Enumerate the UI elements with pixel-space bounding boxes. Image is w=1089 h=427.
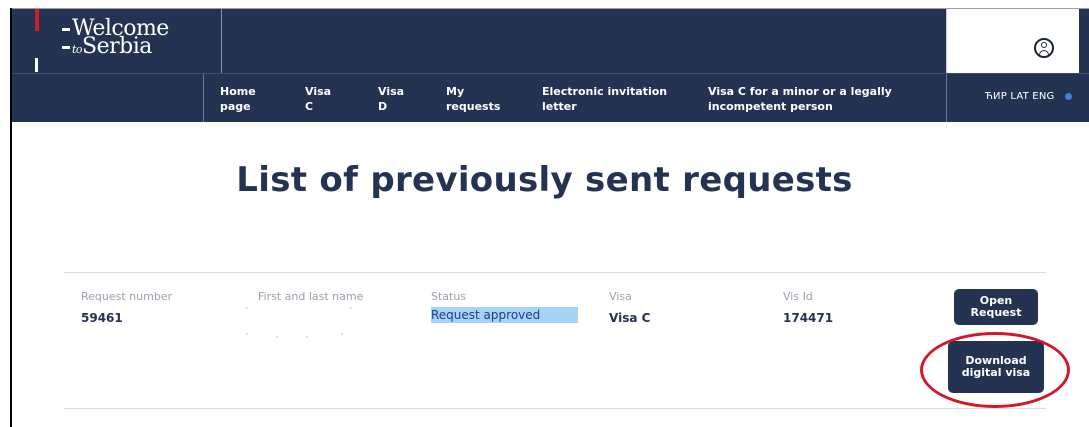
logo-word-serbia: Serbia [82, 34, 152, 59]
language-switcher[interactable]: ЋИР LAT ENG [985, 91, 1054, 102]
nav-item-electronic-invitation-letter[interactable]: Electronic invitation letter [542, 84, 667, 114]
nav-separator [946, 74, 947, 122]
nav-item-label: Visa C for a minor or a legally [708, 85, 892, 98]
open-request-button[interactable]: Open Request [954, 289, 1038, 325]
page-title: List of previously sent requests [236, 160, 853, 200]
nav-item-label: page [220, 100, 251, 113]
nav-item-label: Electronic invitation [542, 85, 668, 98]
brand-red-mark [35, 9, 39, 31]
user-menu-box [946, 9, 1079, 73]
column-header-visa: Visa [609, 290, 632, 303]
nav-item-label: C [305, 100, 314, 113]
redacted-name [246, 305, 353, 340]
status-badge: Request approved [431, 307, 578, 323]
vis-id-value: 174471 [783, 311, 834, 325]
nav-separator [203, 74, 204, 122]
table-divider [64, 408, 1046, 409]
request-number-value: 59461 [81, 311, 123, 325]
welcome-to-serbia-logo[interactable]: Welcome toSerbia [62, 18, 192, 62]
header-right-edge [1079, 9, 1089, 73]
brand-white-mark [35, 58, 38, 72]
nav-item-label: letter [542, 100, 577, 113]
language-indicator-icon [1065, 93, 1072, 100]
nav-item-my-requests[interactable]: My requests [446, 84, 500, 114]
user-account-icon[interactable] [1034, 38, 1054, 58]
nav-item-visa-c[interactable]: Visa C [305, 84, 331, 114]
nav-item-visa-d[interactable]: Visa D [378, 84, 404, 114]
nav-item-label: Visa [305, 85, 332, 98]
column-header-vis-id: Vis Id [783, 290, 813, 303]
nav-item-home-page[interactable]: Home page [220, 84, 256, 114]
table-divider [64, 272, 1046, 273]
nav-item-label: My [446, 85, 465, 98]
logo-word-to: to [72, 43, 83, 56]
nav-item-label: Visa [378, 85, 405, 98]
column-header-status: Status [431, 290, 467, 303]
nav-item-label: incompetent person [708, 100, 833, 113]
download-digital-visa-button[interactable]: Download digital visa [948, 341, 1044, 393]
nav-item-visa-c-minor[interactable]: Visa C for a minor or a legally incompet… [708, 84, 892, 114]
column-header-name: First and last name [258, 290, 364, 303]
column-header-request-number: Request number [81, 290, 173, 303]
nav-item-label: D [378, 100, 388, 113]
download-digital-visa-button-label: Download digital visa [961, 354, 1031, 379]
open-request-button-label: Open Request [970, 294, 1022, 319]
visa-type-value: Visa C [609, 311, 651, 325]
nav-item-label: requests [446, 100, 501, 113]
nav-item-label: Home [220, 85, 256, 98]
